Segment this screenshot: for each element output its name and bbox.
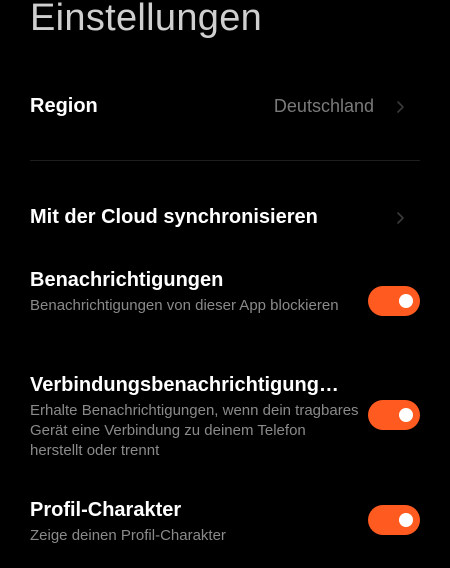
notifications-toggle[interactable] bbox=[368, 286, 420, 316]
notifications-label: Benachrichtigungen bbox=[30, 269, 224, 291]
settings-screen: Einstellungen Region Deutschland Mit der… bbox=[0, 0, 450, 568]
section-divider bbox=[30, 160, 420, 161]
chevron-right-icon bbox=[397, 212, 404, 224]
profile-character-description: Zeige deinen Profil-Charakter bbox=[30, 527, 226, 544]
connection-notifications-toggle[interactable] bbox=[368, 400, 420, 430]
region-value: Deutschland bbox=[273, 96, 374, 116]
settings-item-region[interactable]: Region Deutschland bbox=[30, 94, 420, 120]
profile-character-toggle[interactable] bbox=[368, 505, 420, 535]
notifications-description: Benachrichtigungen von dieser App blocki… bbox=[30, 297, 339, 314]
toggle-knob bbox=[399, 513, 413, 527]
settings-item-profile-character: Profil-Charakter Zeige deinen Profil-Cha… bbox=[30, 498, 420, 550]
profile-character-label: Profil-Charakter bbox=[30, 499, 182, 521]
settings-item-connection-notifications: Verbindungsbenachrichtigung… Erhalte Ben… bbox=[30, 373, 420, 465]
toggle-knob bbox=[399, 408, 413, 422]
connection-notifications-label: Verbindungsbenachrichtigung… bbox=[30, 374, 339, 396]
chevron-right-icon bbox=[397, 101, 404, 113]
settings-item-notifications: Benachrichtigungen Benachrichtigungen vo… bbox=[30, 268, 420, 340]
toggle-knob bbox=[399, 294, 413, 308]
cloud-sync-label: Mit der Cloud synchronisieren bbox=[30, 206, 318, 228]
settings-item-cloud-sync[interactable]: Mit der Cloud synchronisieren bbox=[30, 205, 420, 231]
page-title: Einstellungen bbox=[30, 0, 263, 39]
connection-notifications-description: Erhalte Benachrichtigungen, wenn dein tr… bbox=[30, 402, 359, 459]
